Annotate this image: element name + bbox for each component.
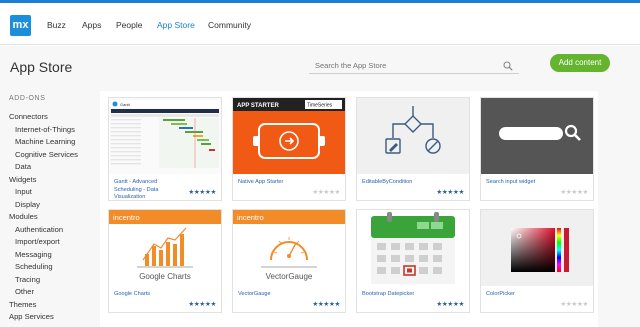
timeseries-label: TimeSeries (307, 103, 333, 109)
rating-stars: ★★★★★ (312, 189, 340, 196)
incentro-label: incentro (237, 213, 264, 222)
google-charts-thumbnail: incentro Google Charts (109, 210, 221, 286)
search-icon[interactable] (503, 61, 513, 71)
rating-stars: ★★★★★ (188, 301, 216, 308)
sidebar-item-import-export[interactable]: Import/export (15, 237, 60, 246)
gantt-thumb-label: Gantt (120, 102, 131, 107)
incentro-label: incentro (113, 213, 140, 222)
sidebar-item-app-services[interactable]: App Services (9, 312, 54, 321)
datepicker-thumbnail (357, 210, 469, 286)
card-title: Bootstrap Datepicker (362, 291, 415, 297)
nav-link-community[interactable]: Community (208, 20, 251, 30)
card-title: Search input widget (486, 179, 536, 185)
color-picker-thumbnail (481, 210, 593, 286)
sidebar-item-data[interactable]: Data (15, 162, 31, 171)
app-starter-label: APP STARTER (237, 103, 279, 109)
sidebar-item-authentication[interactable]: Authentication (15, 225, 63, 234)
page-header: App Store (0, 46, 640, 85)
rating-stars: ★★★★★ (560, 301, 588, 308)
sidebar-item-scheduling[interactable]: Scheduling (15, 262, 53, 271)
rating-stars: ★★★★★ (436, 189, 464, 196)
top-navigation: mx Buzz Apps People App Store Community (0, 3, 640, 45)
thumb-subtitle: VectorGauge (266, 272, 313, 281)
app-card-color-picker[interactable]: ColorPicker ★★★★★ (480, 209, 594, 313)
card-title: Gantt - Advanced Scheduling - Data Visua… (114, 179, 159, 201)
search-widget-thumbnail (481, 98, 593, 174)
add-content-button[interactable]: Add content (550, 54, 610, 72)
rating-stars: ★★★★★ (188, 189, 216, 196)
gantt-thumbnail: Gantt (109, 98, 221, 174)
sidebar-item-other[interactable]: Other (15, 287, 34, 296)
app-card-vector-gauge[interactable]: incentro VectorGauge VectorGauge ★★★★★ (232, 209, 346, 313)
app-starter-thumbnail: APP STARTER TimeSeries (233, 98, 345, 174)
nav-link-apps[interactable]: Apps (82, 20, 101, 30)
rating-stars: ★★★★★ (312, 301, 340, 308)
sidebar-item-widgets[interactable]: Widgets (9, 175, 36, 184)
nav-link-buzz[interactable]: Buzz (47, 20, 66, 30)
app-card-gantt[interactable]: Gantt Gantt - Advanced Scheduling - Data… (108, 97, 222, 201)
nav-link-app-store[interactable]: App Store (157, 20, 195, 30)
sidebar: ADD-ONS Connectors Internet-of-Things Ma… (0, 85, 92, 327)
card-title: ColorPicker (486, 291, 515, 297)
thumb-subtitle: Google Charts (139, 272, 191, 281)
rating-stars: ★★★★★ (436, 301, 464, 308)
card-title: VectorGauge (238, 291, 271, 297)
editable-thumbnail (357, 98, 469, 174)
main-content: Gantt Gantt - Advanced Scheduling - Data… (92, 85, 640, 327)
sidebar-item-themes[interactable]: Themes (9, 300, 36, 309)
card-title: Google Charts (114, 291, 151, 297)
app-card-native-app-starter[interactable]: APP STARTER TimeSeries Native App Starte… (232, 97, 346, 201)
sidebar-item-messaging[interactable]: Messaging (15, 250, 52, 259)
card-title: EditableByCondition (362, 179, 413, 185)
app-card-editable-by-condition[interactable]: EditableByCondition ★★★★★ (356, 97, 470, 201)
mendix-logo[interactable]: mx (10, 15, 31, 36)
vector-gauge-thumbnail: incentro VectorGauge (233, 210, 345, 286)
sidebar-heading: ADD-ONS (9, 95, 46, 102)
sidebar-item-connectors[interactable]: Connectors (9, 112, 48, 121)
app-card-google-charts[interactable]: incentro Google Charts Google Charts ★★★ (108, 209, 222, 313)
nav-link-people[interactable]: People (116, 20, 142, 30)
card-title: Native App Starter (238, 179, 284, 185)
sidebar-item-machine-learning[interactable]: Machine Learning (15, 137, 75, 146)
card-grid: Gantt Gantt - Advanced Scheduling - Data… (100, 91, 598, 327)
sidebar-item-tracing[interactable]: Tracing (15, 275, 40, 284)
sidebar-item-internet-of-things[interactable]: Internet-of-Things (15, 125, 75, 134)
sidebar-item-display[interactable]: Display (15, 200, 40, 209)
app-card-search-input-widget[interactable]: Search input widget ★★★★★ (480, 97, 594, 201)
app-card-bootstrap-datepicker[interactable]: Bootstrap Datepicker ★★★★★ (356, 209, 470, 313)
sidebar-item-modules[interactable]: Modules (9, 212, 38, 221)
rating-stars: ★★★★★ (560, 189, 588, 196)
page-title: App Store (10, 59, 73, 75)
search-input[interactable] (309, 58, 519, 74)
sidebar-item-input[interactable]: Input (15, 187, 32, 196)
sidebar-item-cognitive-services[interactable]: Cognitive Services (15, 150, 78, 159)
